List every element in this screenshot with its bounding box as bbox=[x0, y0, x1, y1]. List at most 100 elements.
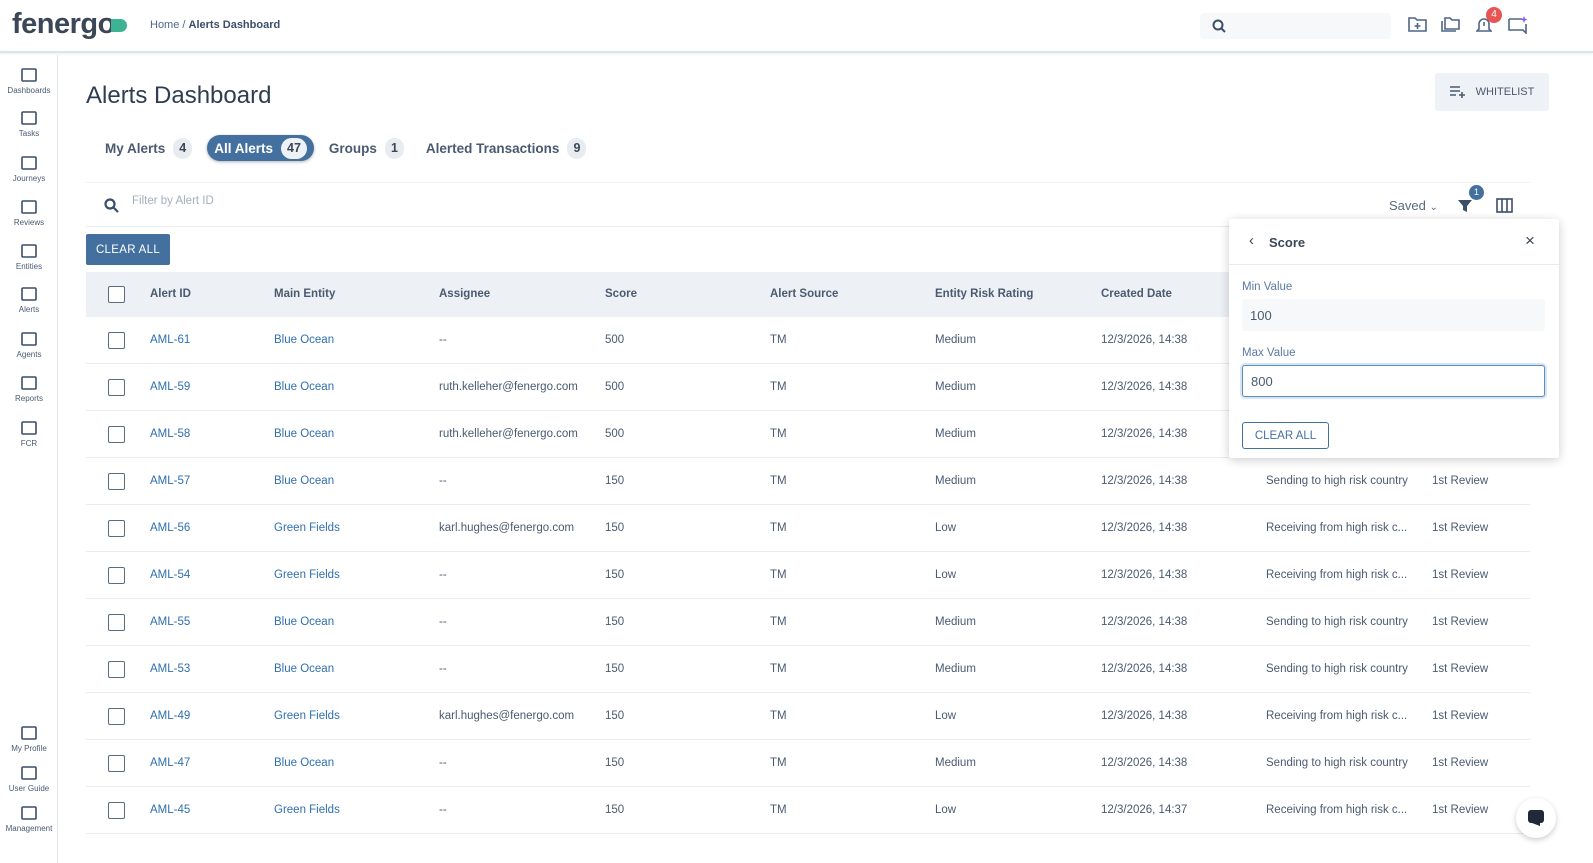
chevron-down-icon: ⌄ bbox=[1429, 202, 1438, 213]
row-checkbox[interactable] bbox=[108, 567, 125, 584]
row-checkbox[interactable] bbox=[108, 332, 125, 349]
table-cell: 12/3/2026, 14:38 bbox=[1101, 522, 1188, 534]
table-row[interactable]: AML-56 Green Fields karl.hughes@fenergo.co… bbox=[86, 505, 1530, 552]
entity-link[interactable]: Green Fields bbox=[274, 552, 340, 599]
whitelist-button[interactable]: WHITELIST bbox=[1435, 73, 1549, 111]
row-checkbox[interactable] bbox=[108, 755, 125, 772]
sidebar-item-reviews[interactable]: Reviews bbox=[0, 199, 58, 227]
fenergo-logo[interactable]: fenergo bbox=[12, 8, 127, 41]
sidebar-item-agents[interactable]: Agents bbox=[0, 331, 58, 359]
column-header[interactable]: Entity Risk Rating bbox=[935, 272, 1033, 317]
row-checkbox[interactable] bbox=[108, 426, 125, 443]
tab-my-alerts[interactable]: My Alerts 4 bbox=[98, 135, 199, 161]
sidebar-item-management[interactable]: Management bbox=[0, 805, 58, 833]
tab-all-alerts[interactable]: All Alerts 47 bbox=[207, 135, 314, 161]
popover-title: Score bbox=[1269, 235, 1306, 250]
sidebar-item-reports[interactable]: Reports bbox=[0, 375, 58, 403]
alert-id-link[interactable]: AML-54 bbox=[150, 552, 190, 599]
alert-id-link[interactable]: AML-59 bbox=[150, 364, 190, 411]
row-checkbox[interactable] bbox=[108, 473, 125, 490]
table-row[interactable]: AML-55 Blue Ocean -- 150 TM Medium 12/3/2026, … bbox=[86, 599, 1530, 646]
chat-launcher-button[interactable] bbox=[1516, 798, 1556, 838]
column-header[interactable]: Created Date bbox=[1101, 272, 1172, 317]
column-header[interactable]: Alert Source bbox=[770, 272, 838, 317]
new-folder-icon[interactable] bbox=[1408, 16, 1427, 33]
table-cell: 500 bbox=[605, 381, 625, 393]
entity-link[interactable]: Blue Ocean bbox=[274, 411, 334, 458]
row-checkbox[interactable] bbox=[108, 520, 125, 537]
alert-id-link[interactable]: AML-58 bbox=[150, 411, 190, 458]
entity-link[interactable]: Blue Ocean bbox=[274, 599, 334, 646]
sidebar-item-label: My Profile bbox=[11, 744, 47, 753]
ai-chat-icon[interactable] bbox=[1508, 16, 1528, 34]
select-all-checkbox[interactable] bbox=[108, 286, 125, 303]
alert-id-link[interactable]: AML-49 bbox=[150, 693, 190, 740]
sidebar-item-fcr[interactable]: FCR bbox=[0, 420, 58, 448]
table-row[interactable]: AML-53 Blue Ocean -- 150 TM Medium 12/3/2026, … bbox=[86, 646, 1530, 693]
alert-id-link[interactable]: AML-55 bbox=[150, 599, 190, 646]
column-header[interactable]: Main Entity bbox=[274, 272, 335, 317]
columns-icon[interactable] bbox=[1496, 198, 1513, 213]
table-cell: Medium bbox=[935, 334, 976, 346]
entity-link[interactable]: Blue Ocean bbox=[274, 458, 334, 505]
folders-icon[interactable] bbox=[1441, 16, 1460, 33]
alert-id-filter-input[interactable] bbox=[132, 195, 532, 207]
tab-alerted-transactions[interactable]: Alerted Transactions 9 bbox=[419, 135, 594, 161]
table-cell: Medium bbox=[935, 663, 976, 675]
row-checkbox[interactable] bbox=[108, 379, 125, 396]
sidebar-item-alerts[interactable]: Alerts bbox=[0, 286, 58, 314]
table-row[interactable]: AML-54 Green Fields -- 150 TM Low 12/3/2026, 1… bbox=[86, 552, 1530, 599]
table-cell: Low bbox=[935, 522, 957, 534]
row-checkbox[interactable] bbox=[108, 614, 125, 631]
entity-link[interactable]: Blue Ocean bbox=[274, 317, 334, 364]
entity-link[interactable]: Green Fields bbox=[274, 505, 340, 552]
saved-views-dropdown[interactable]: Saved ⌄ bbox=[1389, 198, 1438, 213]
table-cell: Medium bbox=[935, 475, 976, 487]
entity-link[interactable]: Blue Ocean bbox=[274, 364, 334, 411]
table-row[interactable]: AML-57 Blue Ocean -- 150 TM Medium 12/3/2026, … bbox=[86, 458, 1530, 505]
sidebar-item-my-profile[interactable]: My Profile bbox=[0, 725, 58, 753]
alert-id-link[interactable]: AML-53 bbox=[150, 646, 190, 693]
tab-count-badge: 47 bbox=[281, 137, 307, 159]
alert-id-link[interactable]: AML-45 bbox=[150, 787, 190, 834]
global-search[interactable] bbox=[1200, 13, 1391, 39]
column-header[interactable]: Score bbox=[605, 272, 637, 317]
table-cell: Medium bbox=[935, 757, 976, 769]
row-checkbox[interactable] bbox=[108, 661, 125, 678]
row-checkbox[interactable] bbox=[108, 802, 125, 819]
column-header[interactable]: Assignee bbox=[439, 272, 490, 317]
close-icon[interactable]: × bbox=[1525, 231, 1535, 251]
alert-id-link[interactable]: AML-61 bbox=[150, 317, 190, 364]
entity-link[interactable]: Blue Ocean bbox=[274, 646, 334, 693]
clear-score-button[interactable]: CLEAR ALL bbox=[1242, 422, 1329, 449]
alert-id-link[interactable]: AML-47 bbox=[150, 740, 190, 787]
sidebar-item-user-guide[interactable]: User Guide bbox=[0, 765, 58, 793]
sidebar-item-entities[interactable]: Entities bbox=[0, 243, 58, 271]
back-chevron-icon[interactable]: ‹ bbox=[1249, 232, 1254, 249]
breadcrumb-home[interactable]: Home bbox=[150, 19, 179, 31]
tasks-icon bbox=[0, 110, 58, 127]
chat-icon bbox=[1528, 810, 1544, 826]
sidebar-item-dashboards[interactable]: Dashboards bbox=[0, 67, 58, 95]
alert-id-link[interactable]: AML-56 bbox=[150, 505, 190, 552]
entity-link[interactable]: Blue Ocean bbox=[274, 740, 334, 787]
clear-all-filters-button[interactable]: CLEAR ALL bbox=[86, 234, 170, 265]
max-value-input[interactable] bbox=[1242, 365, 1545, 397]
entity-link[interactable]: Green Fields bbox=[274, 787, 340, 834]
sidebar-item-journeys[interactable]: Journeys bbox=[0, 155, 58, 183]
filter-icon[interactable] bbox=[1457, 198, 1473, 214]
min-value-input[interactable] bbox=[1242, 299, 1545, 331]
table-row[interactable]: AML-47 Blue Ocean -- 150 TM Medium 12/3/2026, … bbox=[86, 740, 1530, 787]
row-checkbox[interactable] bbox=[108, 708, 125, 725]
tab-label: Alerted Transactions bbox=[425, 140, 560, 156]
table-row[interactable]: AML-49 Green Fields karl.hughes@fenergo.co… bbox=[86, 693, 1530, 740]
column-header[interactable]: Alert ID bbox=[150, 272, 191, 317]
table-cell: Medium bbox=[935, 616, 976, 628]
entity-link[interactable]: Green Fields bbox=[274, 693, 340, 740]
alert-id-link[interactable]: AML-57 bbox=[150, 458, 190, 505]
table-cell: 12/3/2026, 14:38 bbox=[1101, 710, 1188, 722]
table-row[interactable]: AML-45 Green Fields -- 150 TM Low 12/3/2026, 1… bbox=[86, 787, 1530, 834]
tab-groups[interactable]: Groups 1 bbox=[322, 135, 411, 161]
breadcrumb-current: Alerts Dashboard bbox=[188, 19, 281, 31]
sidebar-item-tasks[interactable]: Tasks bbox=[0, 110, 58, 138]
